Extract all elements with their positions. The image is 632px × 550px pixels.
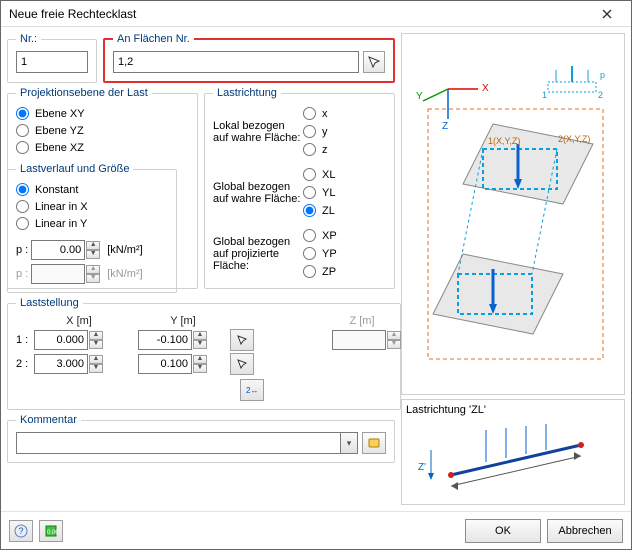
svg-text:X: X (482, 83, 489, 94)
up-icon: ▲ (86, 265, 100, 274)
radio-dir-yp[interactable]: YP (303, 245, 363, 262)
radio-dir-zp[interactable]: ZP (303, 263, 363, 280)
direction-preview-caption: Lastrichtung 'ZL' (406, 404, 620, 416)
position-legend: Laststellung (16, 297, 83, 309)
comment-combo[interactable]: ▾ (16, 432, 358, 454)
direction-legend: Lastrichtung (213, 87, 281, 99)
radio-linear-x[interactable]: Linear in X (16, 198, 168, 215)
down-icon: ▼ (86, 274, 100, 283)
up-icon[interactable]: ▲ (86, 241, 100, 250)
comment-library-button[interactable] (362, 432, 386, 454)
ok-button[interactable]: OK (465, 519, 541, 543)
radio-ebene-yz[interactable]: Ebene YZ (16, 122, 189, 139)
svg-text:0.00: 0.00 (47, 530, 58, 536)
p-label: p : (16, 244, 28, 256)
radio-ebene-xz[interactable]: Ebene XZ (16, 139, 189, 156)
svg-text:2: 2 (598, 90, 603, 100)
radio-dir-yl[interactable]: YL (303, 184, 363, 201)
fieldset-comment: Kommentar ▾ (7, 414, 395, 463)
p2-spinner: ▲▼ (31, 264, 100, 284)
pos-1-y[interactable]: ▲▼ (138, 330, 228, 350)
pick-surface-button[interactable] (363, 51, 385, 73)
radio-dir-z[interactable]: z (303, 141, 363, 158)
fieldset-direction: Lastrichtung Lokal bezogen auf wahre Flä… (204, 87, 395, 289)
svg-text:Z': Z' (418, 462, 426, 473)
svg-text:p: p (600, 70, 605, 80)
preview-3d: X Y Z p 1 2 (401, 33, 625, 395)
comment-legend: Kommentar (16, 414, 81, 426)
p2-label: p : (16, 268, 28, 280)
direction-g3-label: Global bezogen auf projizierte Fläche: (213, 236, 301, 272)
nr-legend: Nr.: (16, 33, 41, 45)
cancel-button[interactable]: Abbrechen (547, 519, 623, 543)
svg-text:1: 1 (542, 90, 547, 100)
direction-g2-label: Global bezogen auf wahre Fläche: (213, 181, 301, 205)
pick-point-1-button[interactable] (230, 329, 254, 351)
fieldset-nr: Nr.: (7, 33, 97, 83)
row1-label: 1 : (16, 334, 32, 346)
projection-legend: Projektionsebene der Last (16, 87, 152, 99)
p-unit: [kN/m²] (107, 244, 142, 256)
fieldset-distribution: Lastverlauf und Größe Konstant Linear in… (7, 163, 177, 293)
radio-dir-xp[interactable]: XP (303, 227, 363, 244)
svg-text:2↔1: 2↔1 (246, 386, 259, 395)
radio-dir-x[interactable]: x (303, 105, 363, 122)
nr-input[interactable] (16, 51, 88, 73)
radio-konstant[interactable]: Konstant (16, 181, 168, 198)
fieldset-surfaces: An Flächen Nr. (103, 33, 395, 83)
swap-points-button[interactable]: 2↔1 (240, 379, 264, 401)
help-button[interactable]: ? (9, 520, 33, 542)
direction-preview: Lastrichtung 'ZL' Z' (401, 399, 625, 505)
pos-2-y[interactable]: ▲▼ (138, 354, 228, 374)
window-title: Neue freie Rechtecklast (9, 7, 587, 21)
p-spinner[interactable]: ▲▼ (31, 240, 100, 260)
svg-text:Z: Z (442, 121, 448, 132)
close-button[interactable] (587, 3, 627, 25)
radio-ebene-xy[interactable]: Ebene XY (16, 105, 189, 122)
distribution-legend: Lastverlauf und Größe (16, 163, 133, 175)
radio-linear-y[interactable]: Linear in Y (16, 215, 168, 232)
down-icon[interactable]: ▼ (86, 250, 100, 259)
radio-dir-zl[interactable]: ZL (303, 202, 363, 219)
dialog-footer: ? 0.00 OK Abbrechen (1, 511, 631, 549)
units-button[interactable]: 0.00 (39, 520, 63, 542)
right-column: X Y Z p 1 2 (401, 33, 625, 505)
left-column: Nr.: An Flächen Nr. Projektionsebene der… (7, 33, 395, 505)
p2-unit: [kN/m²] (107, 268, 142, 280)
pick-point-2-button[interactable] (230, 353, 254, 375)
dialog: Neue freie Rechtecklast Nr.: An Flächen … (0, 0, 632, 550)
pos-1-z: ▲▼ (332, 330, 392, 350)
chevron-down-icon[interactable]: ▾ (340, 432, 358, 454)
svg-text:Y: Y (416, 91, 423, 102)
titlebar: Neue freie Rechtecklast (1, 1, 631, 27)
svg-text:?: ? (19, 526, 24, 536)
surfaces-input[interactable] (113, 51, 359, 73)
svg-text:2(X,Y,Z): 2(X,Y,Z) (558, 134, 590, 144)
pos-1-x[interactable]: ▲▼ (34, 330, 124, 350)
svg-text:1(X,Y,Z): 1(X,Y,Z) (488, 136, 520, 146)
fieldset-position: Laststellung X [m] Y [m] Z [m] 1 : ▲▼ ▲▼… (7, 297, 401, 410)
radio-dir-y[interactable]: y (303, 123, 363, 140)
surfaces-legend: An Flächen Nr. (113, 33, 194, 45)
pos-2-x[interactable]: ▲▼ (34, 354, 124, 374)
radio-dir-xl[interactable]: XL (303, 166, 363, 183)
row2-label: 2 : (16, 358, 32, 370)
dialog-body: Nr.: An Flächen Nr. Projektionsebene der… (1, 27, 631, 511)
direction-g1-label: Lokal bezogen auf wahre Fläche: (213, 120, 301, 144)
